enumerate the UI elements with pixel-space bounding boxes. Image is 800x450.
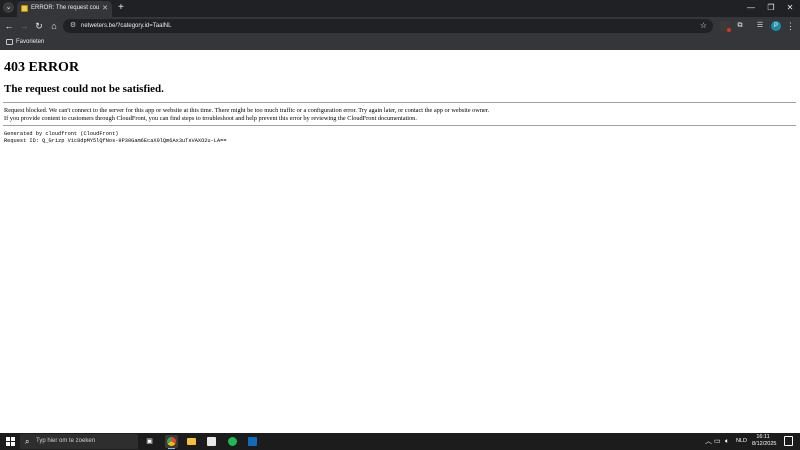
tab-title: ERROR: The request could not <box>31 5 99 11</box>
outlook-icon[interactable] <box>246 435 259 448</box>
search-icon: ⌕ <box>25 437 30 446</box>
language-indicator[interactable]: NLD <box>736 436 747 447</box>
close-window-button[interactable]: ✕ <box>783 2 797 14</box>
network-icon[interactable]: ▭ <box>714 436 721 447</box>
browser-menu-icon[interactable]: ⋮ <box>786 20 795 32</box>
chrome-taskbar-icon[interactable] <box>165 435 178 449</box>
taskbar-search-placeholder: Typ hier om te zoeken <box>36 438 96 444</box>
back-button[interactable]: ← <box>3 20 15 32</box>
file-explorer-icon[interactable] <box>185 435 198 448</box>
error-message-line: Request blocked. We can't connect to the… <box>4 107 490 114</box>
site-info-icon[interactable]: ⚙ <box>68 21 78 31</box>
taskbar: ⌕ Typ hier om te zoeken ▣ ︿ ▭ 🔈︎ NLD 16:… <box>0 433 800 450</box>
extension-icon[interactable] <box>720 21 731 32</box>
taskbar-search-box[interactable]: ⌕ Typ hier om te zoeken <box>20 434 138 449</box>
error-heading: 403 ERROR <box>4 60 80 75</box>
restore-button[interactable]: ❐ <box>764 2 778 14</box>
taskbar-clock[interactable]: 16:11 8/12/2025 <box>752 434 777 448</box>
bookmarks-bar: Favorieten <box>0 35 800 50</box>
request-details: Generated by cloudfront (CloudFront) Requ… <box>4 131 227 144</box>
spotify-icon[interactable] <box>226 435 239 448</box>
reading-list-icon[interactable]: ☰ <box>755 21 765 31</box>
home-button[interactable]: ⌂ <box>48 20 60 32</box>
minimize-button[interactable]: — <box>744 2 758 14</box>
bookmark-star-icon[interactable]: ☆ <box>700 20 707 32</box>
request-id-text: Request ID: Q_Grizp Vic8dpMY5lQfNos-9P30… <box>4 137 227 144</box>
notification-icon[interactable] <box>784 436 793 446</box>
browser-tab-strip: ⌄ ERROR: The request could not ✕ + — ❐ ✕ <box>0 0 800 17</box>
warning-favicon-icon <box>21 5 28 12</box>
new-tab-button[interactable]: + <box>118 2 124 14</box>
error-subheading: The request could not be satisfied. <box>4 83 164 95</box>
address-bar[interactable]: ⚙ netweters.be/?category.id=TaalNL ☆ <box>63 19 713 33</box>
windows-start-button[interactable] <box>6 437 15 446</box>
profile-avatar[interactable]: P <box>771 21 781 31</box>
browser-toolbar: ← → ↻ ⌂ ⚙ netweters.be/?category.id=Taal… <box>0 17 800 35</box>
divider <box>3 125 796 126</box>
forward-button[interactable]: → <box>18 20 30 32</box>
store-icon[interactable] <box>205 435 218 448</box>
task-view-icon[interactable]: ▣ <box>143 435 156 448</box>
tab-search-button[interactable]: ⌄ <box>3 2 14 13</box>
clock-time: 16:11 <box>756 434 770 440</box>
folder-icon <box>6 39 13 45</box>
tray-chevron-icon[interactable]: ︿ <box>705 436 712 447</box>
url-text[interactable]: netweters.be/?category.id=TaalNL <box>81 21 171 31</box>
bookmark-folder-favorites[interactable]: Favorieten <box>16 38 44 47</box>
volume-icon[interactable]: 🔈︎ <box>725 436 729 447</box>
extensions-puzzle-icon[interactable]: ⧉ <box>735 21 745 31</box>
tab-close-icon[interactable]: ✕ <box>102 4 108 13</box>
error-message-line: If you provide content to customers thro… <box>4 114 417 122</box>
page-content: 403 ERROR The request could not be satis… <box>0 50 800 433</box>
clock-date: 8/12/2025 <box>752 441 777 447</box>
browser-tab[interactable]: ERROR: The request could not ✕ <box>17 1 112 17</box>
reload-button[interactable]: ↻ <box>33 20 45 32</box>
divider <box>3 102 796 103</box>
error-message: Request blocked. We can't connect to the… <box>4 107 489 122</box>
